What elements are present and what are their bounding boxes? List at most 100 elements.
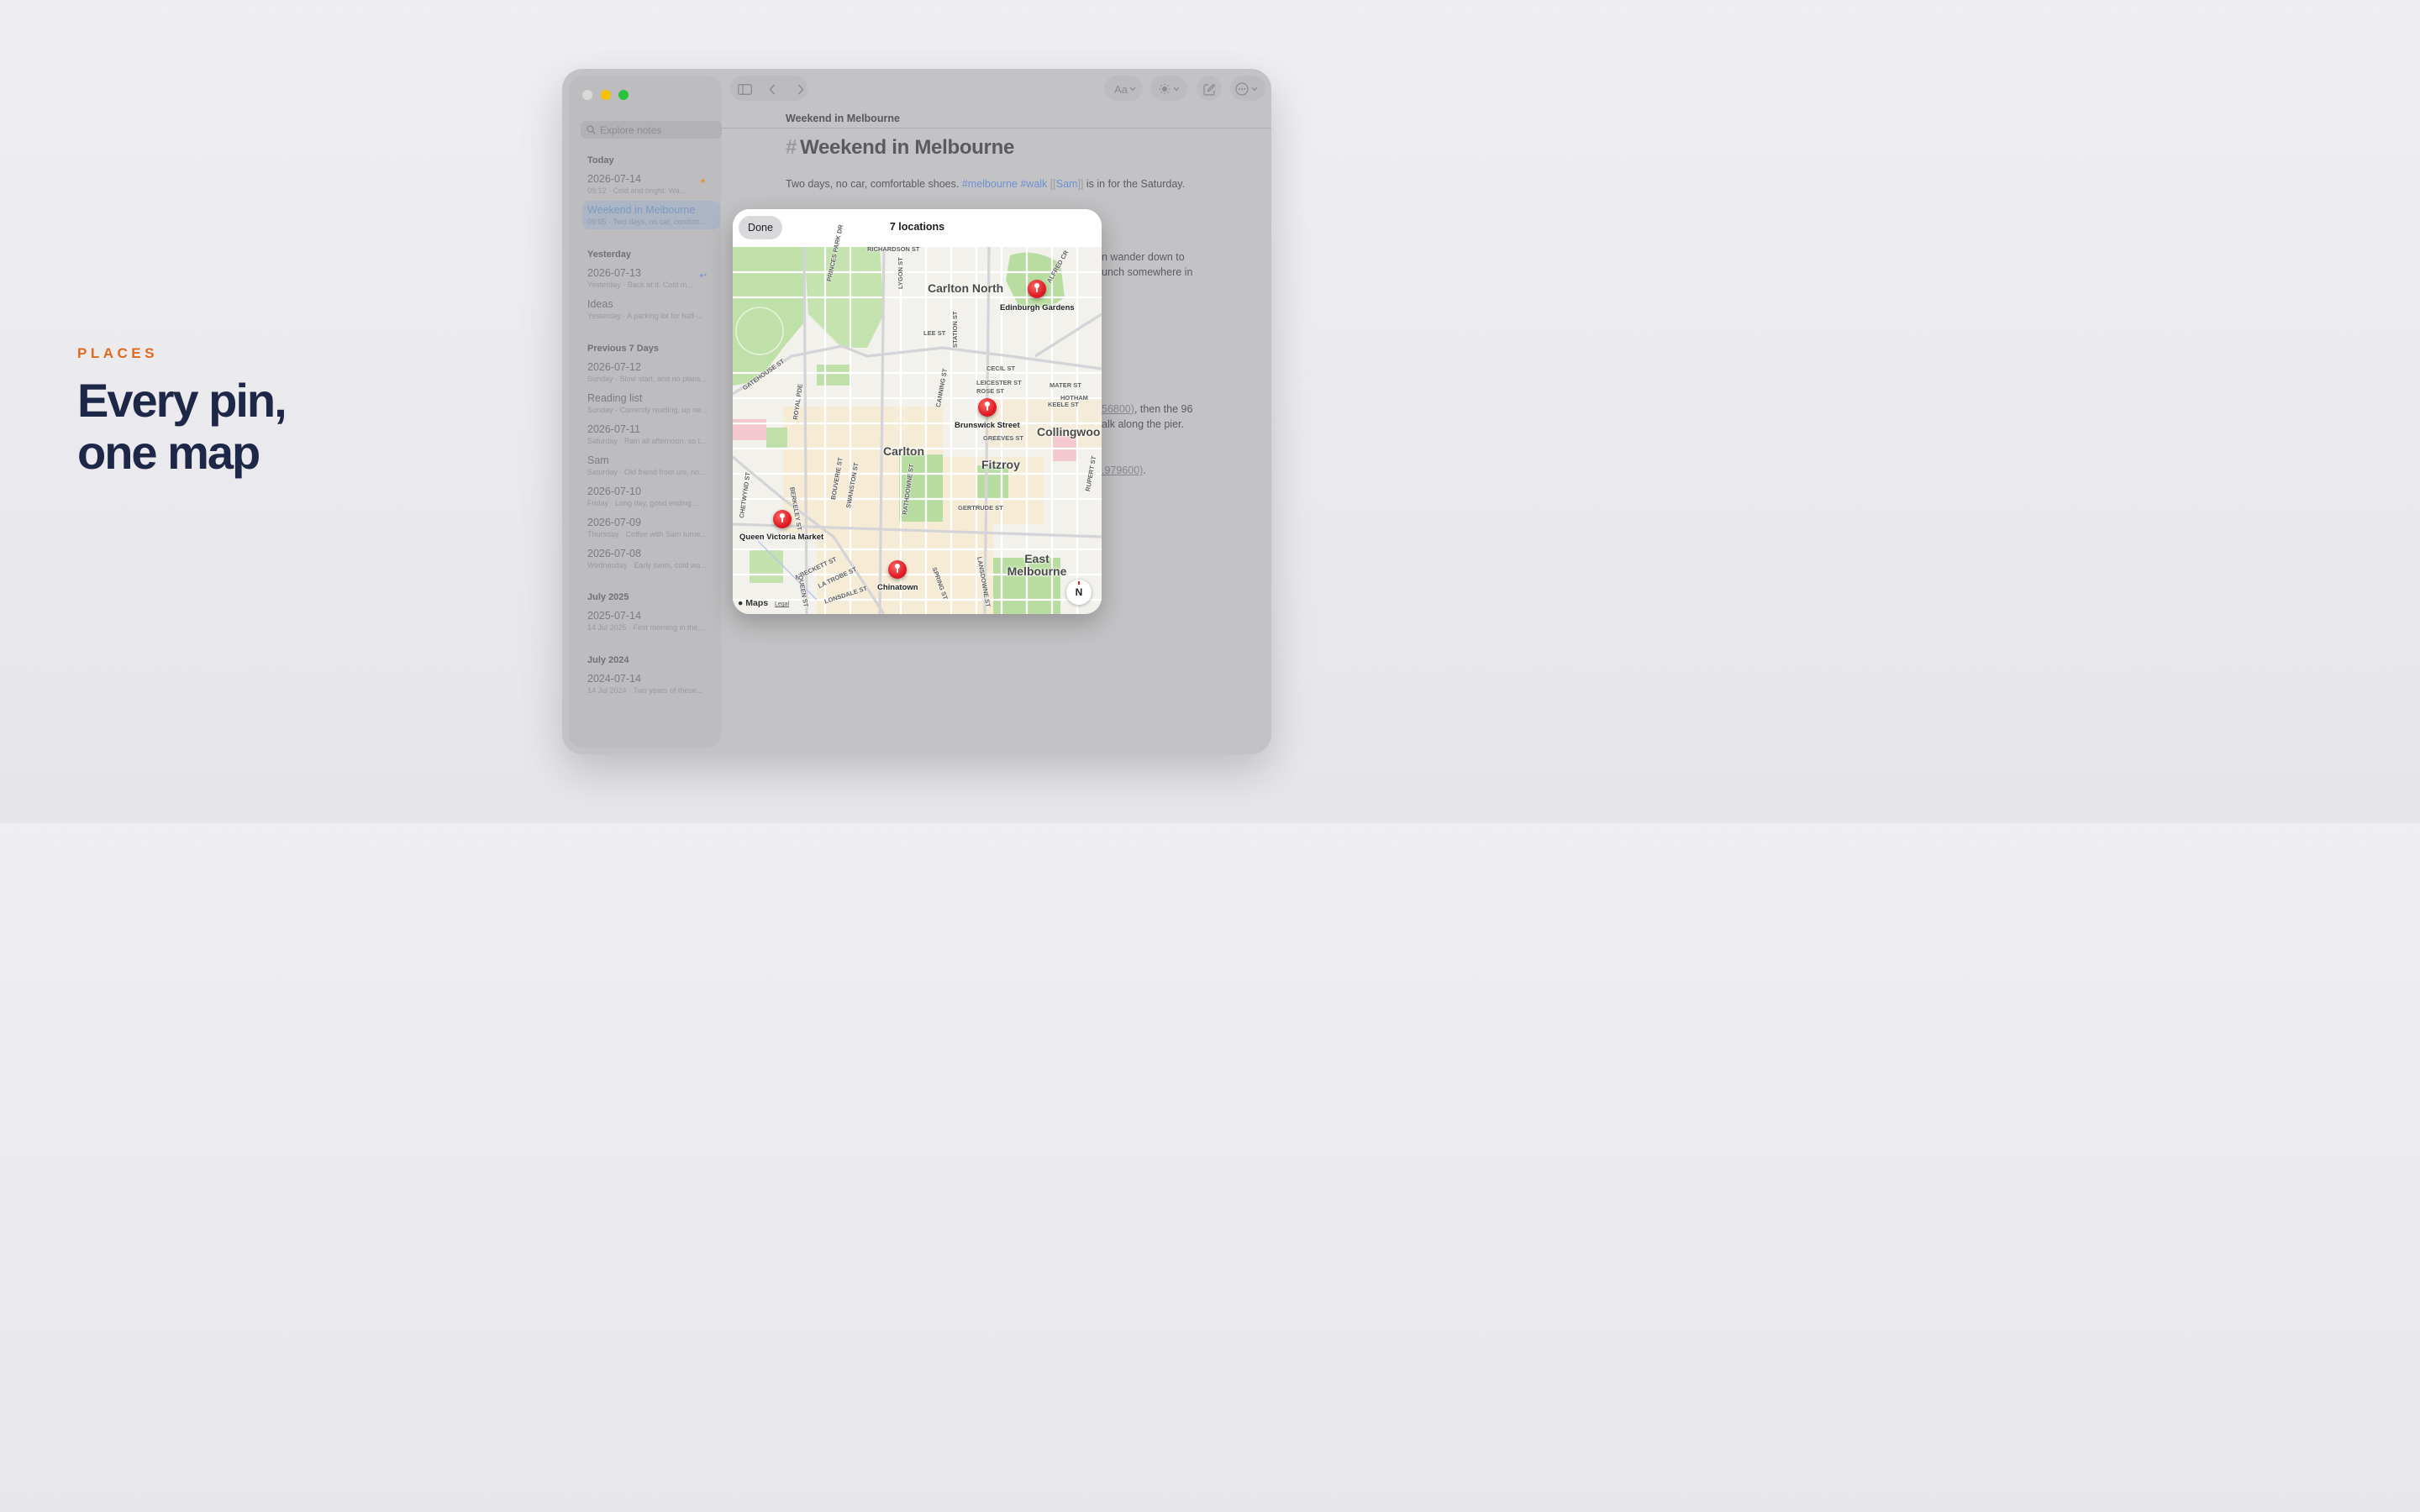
street-label: LEICESTER ST (976, 379, 1022, 386)
note-subtitle: 09:12 · Cold and bright. Walk... (587, 186, 688, 195)
headline-line-1: Every pin, (77, 374, 287, 427)
pin-label: Brunswick Street (955, 421, 1020, 430)
forward-chevron-right-icon[interactable] (795, 81, 807, 97)
wikilink-close: ]] (1077, 178, 1084, 190)
note-item[interactable]: Reading list Sunday · Currently reading,… (587, 392, 713, 414)
note-item[interactable]: 2026-07-10 Friday · Long day, good endin… (587, 486, 713, 507)
street-label: MATER ST (1050, 381, 1081, 389)
suburb-label-fitzroy: Fitzroy (981, 458, 1020, 471)
note-title: 2026-07-13 (587, 267, 641, 279)
sun-icon[interactable] (1156, 81, 1183, 97)
street-label: STATION ST (951, 311, 959, 348)
text-fragment-96: , then the 96 (1134, 403, 1193, 415)
back-chevron-left-icon[interactable] (766, 81, 778, 97)
font-label: Aa (1114, 82, 1128, 96)
note-item[interactable]: 2025-07-14 14 Jul 2025 · First morning i… (587, 610, 713, 632)
coordinate-link[interactable]: 56800) (1102, 403, 1134, 415)
text-fragment: .979600). (1102, 465, 1146, 476)
note-item[interactable]: 2024-07-14 14 Jul 2024 · Two years of th… (587, 673, 713, 695)
tag-walk[interactable]: #walk (1020, 178, 1047, 190)
note-title: Ideas (587, 298, 613, 310)
street-label: GERTRUDE ST (958, 504, 1003, 512)
street-label: GREEVES ST (983, 434, 1023, 442)
note-subtitle: Saturday · Old friend from uni, no... (587, 468, 706, 476)
note-item[interactable]: 2026-07-08 Wednesday · Early swim, cold … (587, 548, 713, 570)
note-subtitle: 14 Jul 2025 · First morning in the... (587, 623, 705, 632)
note-subtitle: Wednesday · Early swim, cold wa... (587, 561, 707, 570)
wikilink-sam[interactable]: Sam (1056, 178, 1078, 190)
suburb-label-collingwood: Collingwoo (1037, 425, 1101, 438)
note-item-active[interactable]: Weekend in Melbourne 09:05 · Two days, n… (582, 201, 720, 229)
font-menu-button[interactable]: Aa (1111, 81, 1139, 97)
street-label: RICHARDSON ST (867, 245, 920, 253)
headline-line-2: one map (77, 426, 260, 479)
street-label: LYGON ST (897, 257, 904, 289)
pin-label: Queen Victoria Market (739, 533, 824, 542)
reply-icon: ↩ (699, 271, 707, 281)
street-label: LEE ST (923, 329, 946, 337)
search-placeholder: Explore notes (600, 123, 662, 136)
note-item[interactable]: Sam Saturday · Old friend from uni, no..… (587, 454, 713, 476)
coordinate-link[interactable]: .979600) (1102, 465, 1143, 476)
compass-label: N (1075, 586, 1083, 598)
search-icon (586, 125, 596, 135)
compass-north-tick (1078, 581, 1080, 585)
note-item[interactable]: 2026-07-14 09:12 · Cold and bright. Walk… (587, 173, 713, 195)
note-title: Sam (587, 454, 609, 466)
ellipsis-icon[interactable] (1235, 81, 1260, 97)
note-item[interactable]: Ideas Yesterday · A parking lot for half… (587, 298, 713, 320)
section-header-previous-7-days: Previous 7 Days (587, 344, 659, 354)
section-header-yesterday: Yesterday (587, 249, 631, 260)
note-title: 2026-07-12 (587, 361, 641, 373)
suburb-label-east-melbourne: East Melbourne (1007, 552, 1067, 578)
note-title: 2025-07-14 (587, 610, 641, 622)
sidebar-toggle-icon[interactable] (737, 81, 752, 97)
text-fragment: alk along the pier. (1102, 418, 1184, 430)
text-fragment-period: . (1143, 465, 1146, 476)
map-pin-chinatown[interactable] (888, 560, 907, 582)
zoom-window-button[interactable] (618, 90, 629, 100)
section-header-july-2024: July 2024 (587, 655, 629, 665)
compass-button[interactable]: N (1066, 580, 1092, 605)
search-field[interactable]: Explore notes (581, 121, 722, 139)
map-pin-queen-victoria-market[interactable] (773, 510, 792, 532)
legal-link[interactable]: Legal (775, 601, 789, 607)
weather-sun-icon: ☀ (699, 177, 707, 186)
paragraph-1: Two days, no car, comfortable shoes. #me… (786, 178, 1185, 190)
map-view[interactable]: Carlton North Carlton Fitzroy Collingwoo… (733, 223, 1102, 614)
note-subtitle: Friday · Long day, good ending... (587, 499, 698, 507)
note-item[interactable]: 2026-07-13 Yesterday · Back at it. Cold … (587, 267, 713, 289)
street-label: ROSE ST (976, 387, 1004, 395)
note-title: 2026-07-10 (587, 486, 641, 497)
text-fragment: n wander down to (1102, 251, 1185, 263)
promo-eyebrow: PLACES (77, 345, 158, 361)
modal-header: Done 7 locations (733, 209, 1102, 247)
heading-hash: # (786, 136, 797, 159)
modal-title: 7 locations (889, 221, 945, 233)
note-subtitle: Sunday · Slow start, and no plans... (587, 375, 708, 383)
note-title: 2026-07-08 (587, 548, 641, 559)
note-item[interactable]: 2026-07-09 Thursday · Coffee with Sam tu… (587, 517, 713, 538)
promo-headline: Every pin, one map (77, 375, 430, 479)
close-window-button[interactable] (582, 90, 592, 100)
text-fragment: 56800), then the 96 (1102, 403, 1192, 415)
minimize-window-button[interactable] (601, 90, 611, 100)
note-item[interactable]: 2026-07-12 Sunday · Slow start, and no p… (587, 361, 713, 383)
map-pin-edinburgh-gardens[interactable] (1028, 280, 1046, 302)
map-pin-brunswick-street[interactable] (978, 398, 997, 420)
document-breadcrumb: Weekend in Melbourne (786, 113, 900, 124)
apple-logo-icon: ● (738, 598, 744, 608)
note-title: Reading list (587, 392, 643, 404)
compose-icon[interactable] (1202, 81, 1217, 97)
note-subtitle: Yesterday · A parking lot for half-... (587, 312, 703, 320)
suburb-label-carlton: Carlton (883, 444, 924, 458)
note-title: 2024-07-14 (587, 673, 641, 685)
note-subtitle: 14 Jul 2024 · Two years of these... (587, 686, 703, 695)
tag-melbourne[interactable]: #melbourne (962, 178, 1018, 190)
locations-map-modal: Done 7 locations Carlton North Carlton F… (733, 209, 1102, 614)
apple-maps-logo: ● Maps (738, 598, 768, 608)
note-item[interactable]: 2026-07-11 Saturday · Rain all afternoon… (587, 423, 713, 445)
street-label: CECIL ST (986, 365, 1016, 372)
note-title: 2026-07-14 (587, 173, 641, 185)
sidebar: Explore notes Today 2026-07-14 09:12 · C… (569, 76, 722, 748)
